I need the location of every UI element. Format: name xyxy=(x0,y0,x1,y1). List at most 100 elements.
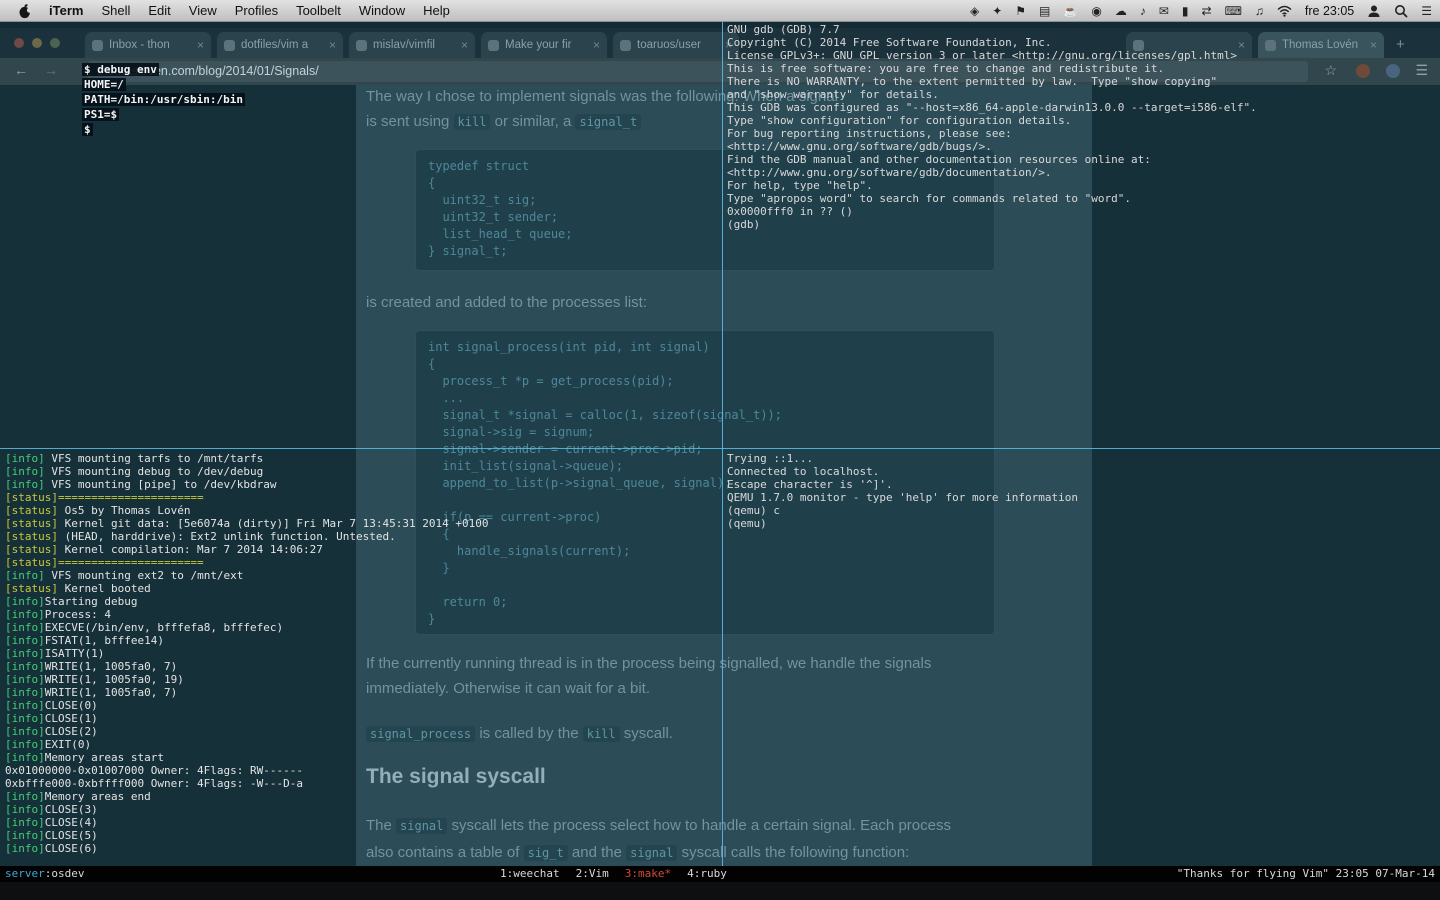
blog-text: is sent using xyxy=(366,113,454,130)
back-button[interactable]: ← xyxy=(14,62,28,78)
window-minimize-button[interactable] xyxy=(32,38,42,48)
shell-pane[interactable]: $ debug env HOME=/ PATH=/bin:/usr/sbin:/bi… xyxy=(82,62,245,137)
log-line: [info] VFS mounting [pipe] to /dev/kbdra… xyxy=(5,478,277,491)
bottom-strip xyxy=(0,882,1440,900)
log-line: [status]====================== xyxy=(5,556,204,569)
display-icon[interactable]: ▤ xyxy=(1039,0,1050,22)
shell-line: $ xyxy=(82,123,93,136)
menubar-menus: iTerm Shell Edit View Profiles Toolbelt Window… xyxy=(40,0,459,22)
cup-icon[interactable]: ☕ xyxy=(1063,0,1078,22)
kernel-log-pane[interactable]: [info] VFS mounting tarfs to /mnt/tarfs[… xyxy=(5,452,488,855)
menubar: iTerm Shell Edit View Profiles Toolbelt Window… xyxy=(0,0,1440,22)
flag-icon[interactable]: ⚑ xyxy=(1015,0,1026,22)
log-line: [status]====================== xyxy=(5,491,204,504)
browser-tab[interactable]: toaruos/user × xyxy=(613,32,739,58)
blog-text: syscall. xyxy=(619,725,673,742)
cloud-icon[interactable]: ☁ xyxy=(1115,0,1127,22)
gdb-line: Type "apropos word" to search for comman… xyxy=(727,192,1131,205)
spotlight-icon[interactable] xyxy=(1394,4,1408,18)
log-line: [info]ISATTY(1) xyxy=(5,647,105,660)
apple-menu-icon[interactable] xyxy=(10,3,40,19)
log-line: [info]CLOSE(3) xyxy=(5,803,98,816)
new-tab-button[interactable]: + xyxy=(1396,36,1405,53)
browser-tab[interactable]: Thomas Lovén × xyxy=(1258,32,1384,58)
code-line: } xyxy=(428,612,436,626)
tmux-window-item: 4:ruby xyxy=(687,867,727,880)
pane-divider-horizontal[interactable] xyxy=(0,448,1440,449)
shell-line: PS1=$ xyxy=(82,108,120,121)
log-line: [info]CLOSE(0) xyxy=(5,699,98,712)
log-line: [info]CLOSE(5) xyxy=(5,829,98,842)
qemu-monitor-pane[interactable]: Trying ::1... Connected to localhost. Esca… xyxy=(727,452,1078,530)
menubar-menu[interactable]: Window xyxy=(350,0,414,22)
battery-icon[interactable]: ▮ xyxy=(1182,0,1189,22)
browser-tab[interactable]: mislav/vimfil × xyxy=(349,32,475,58)
dropbox-icon[interactable]: ✦ xyxy=(992,0,1002,22)
tab-close-icon[interactable]: × xyxy=(197,38,204,52)
qemu-line: (qemu) c xyxy=(727,504,780,517)
log-line: [info]Starting debug xyxy=(5,595,138,608)
gdb-pane[interactable]: GNU gdb (GDB) 7.7 Copyright (C) 2014 Free… xyxy=(727,23,1257,231)
controller-icon[interactable]: ◈ xyxy=(970,0,979,22)
code-line: { xyxy=(428,357,436,371)
pane-divider-vertical[interactable] xyxy=(722,22,723,866)
tab-title: mislav/vimfil xyxy=(373,39,435,51)
tmux-status-bar: server:osdev 1:weechat 2:Vim 3:make* 4:ruby… xyxy=(0,866,1440,882)
tab-close-icon[interactable]: × xyxy=(329,38,336,52)
extension-icon[interactable] xyxy=(1356,64,1370,78)
tab-title: Inbox - thon xyxy=(109,39,170,51)
forward-button[interactable]: → xyxy=(44,62,58,78)
gdb-line: For bug reporting instructions, please s… xyxy=(727,127,1012,140)
mail-icon[interactable]: ✉ xyxy=(1159,0,1169,22)
browser-tab[interactable]: Inbox - thon × xyxy=(85,32,211,58)
wifi-icon[interactable] xyxy=(1277,5,1292,17)
tab-favicon-icon xyxy=(488,39,499,51)
tab-title: dotfiles/vim a xyxy=(241,39,309,51)
gdb-line: This is free software: you are free to c… xyxy=(727,62,1165,75)
blog-text: or similar, a xyxy=(490,113,576,130)
menubar-menu[interactable]: Profiles xyxy=(226,0,287,22)
code-line: ... xyxy=(428,391,465,405)
gdb-line: and "show warranty" for details. xyxy=(727,88,939,101)
browser-menu-icon[interactable]: ☰ xyxy=(1415,62,1428,79)
keyboard-icon[interactable]: ⌨ xyxy=(1225,0,1242,22)
notification-center-icon[interactable]: ☰ xyxy=(1421,0,1432,22)
menubar-menu[interactable]: Toolbelt xyxy=(287,0,350,22)
browser-tab[interactable]: Make your fir × xyxy=(481,32,607,58)
music-icon[interactable]: ♪ xyxy=(1140,0,1146,22)
menubar-menu[interactable]: Help xyxy=(414,0,459,22)
extension-icon[interactable] xyxy=(1386,64,1400,78)
volume-icon[interactable]: ♫ xyxy=(1255,0,1264,22)
menubar-menu[interactable]: iTerm xyxy=(40,0,92,22)
log-line: [info]EXECVE(/bin/env, bfffefa8, bfffefe… xyxy=(5,621,284,634)
shell-line: $ debug env xyxy=(82,63,159,76)
tmux-session: server:osdev xyxy=(5,866,85,882)
sync-icon[interactable]: ⇄ xyxy=(1202,0,1212,22)
menubar-menu[interactable]: View xyxy=(180,0,226,22)
record-icon[interactable]: ◉ xyxy=(1091,0,1101,22)
menubar-clock[interactable]: fre 23:05 xyxy=(1305,4,1354,18)
log-line: [status] Kernel compilation: Mar 7 2014 … xyxy=(5,543,323,556)
tab-close-icon[interactable]: × xyxy=(593,38,600,52)
window-zoom-button[interactable] xyxy=(50,38,60,48)
browser-tab[interactable]: dotfiles/vim a × xyxy=(217,32,343,58)
blog-paragraph: is created and added to the processes li… xyxy=(366,294,647,311)
code-line: signal->sig = signum; xyxy=(428,425,595,439)
menubar-menu[interactable]: Shell xyxy=(92,0,139,22)
log-line: [info]Memory areas start xyxy=(5,751,164,764)
tab-close-icon[interactable]: × xyxy=(1370,38,1377,52)
bookmark-star-icon[interactable]: ☆ xyxy=(1324,62,1337,79)
tab-favicon-icon xyxy=(356,39,367,51)
tab-title: Thomas Lovén xyxy=(1282,39,1359,51)
screen: iTerm Shell Edit View Profiles Toolbelt Window… xyxy=(0,0,1440,900)
desktop: Inbox - thon × dotfiles/vim a × mislav/v… xyxy=(0,22,1440,866)
menubar-menu[interactable]: Edit xyxy=(139,0,179,22)
log-line: [info]FSTAT(1, bfffee14) xyxy=(5,634,164,647)
tab-favicon-icon xyxy=(620,39,631,51)
user-icon[interactable] xyxy=(1367,4,1381,18)
tmux-session-label: server xyxy=(5,867,45,880)
window-close-button[interactable] xyxy=(14,38,24,48)
log-line: [info]CLOSE(4) xyxy=(5,816,98,829)
tab-close-icon[interactable]: × xyxy=(461,38,468,52)
log-line: [status] Kernel booted xyxy=(5,582,151,595)
